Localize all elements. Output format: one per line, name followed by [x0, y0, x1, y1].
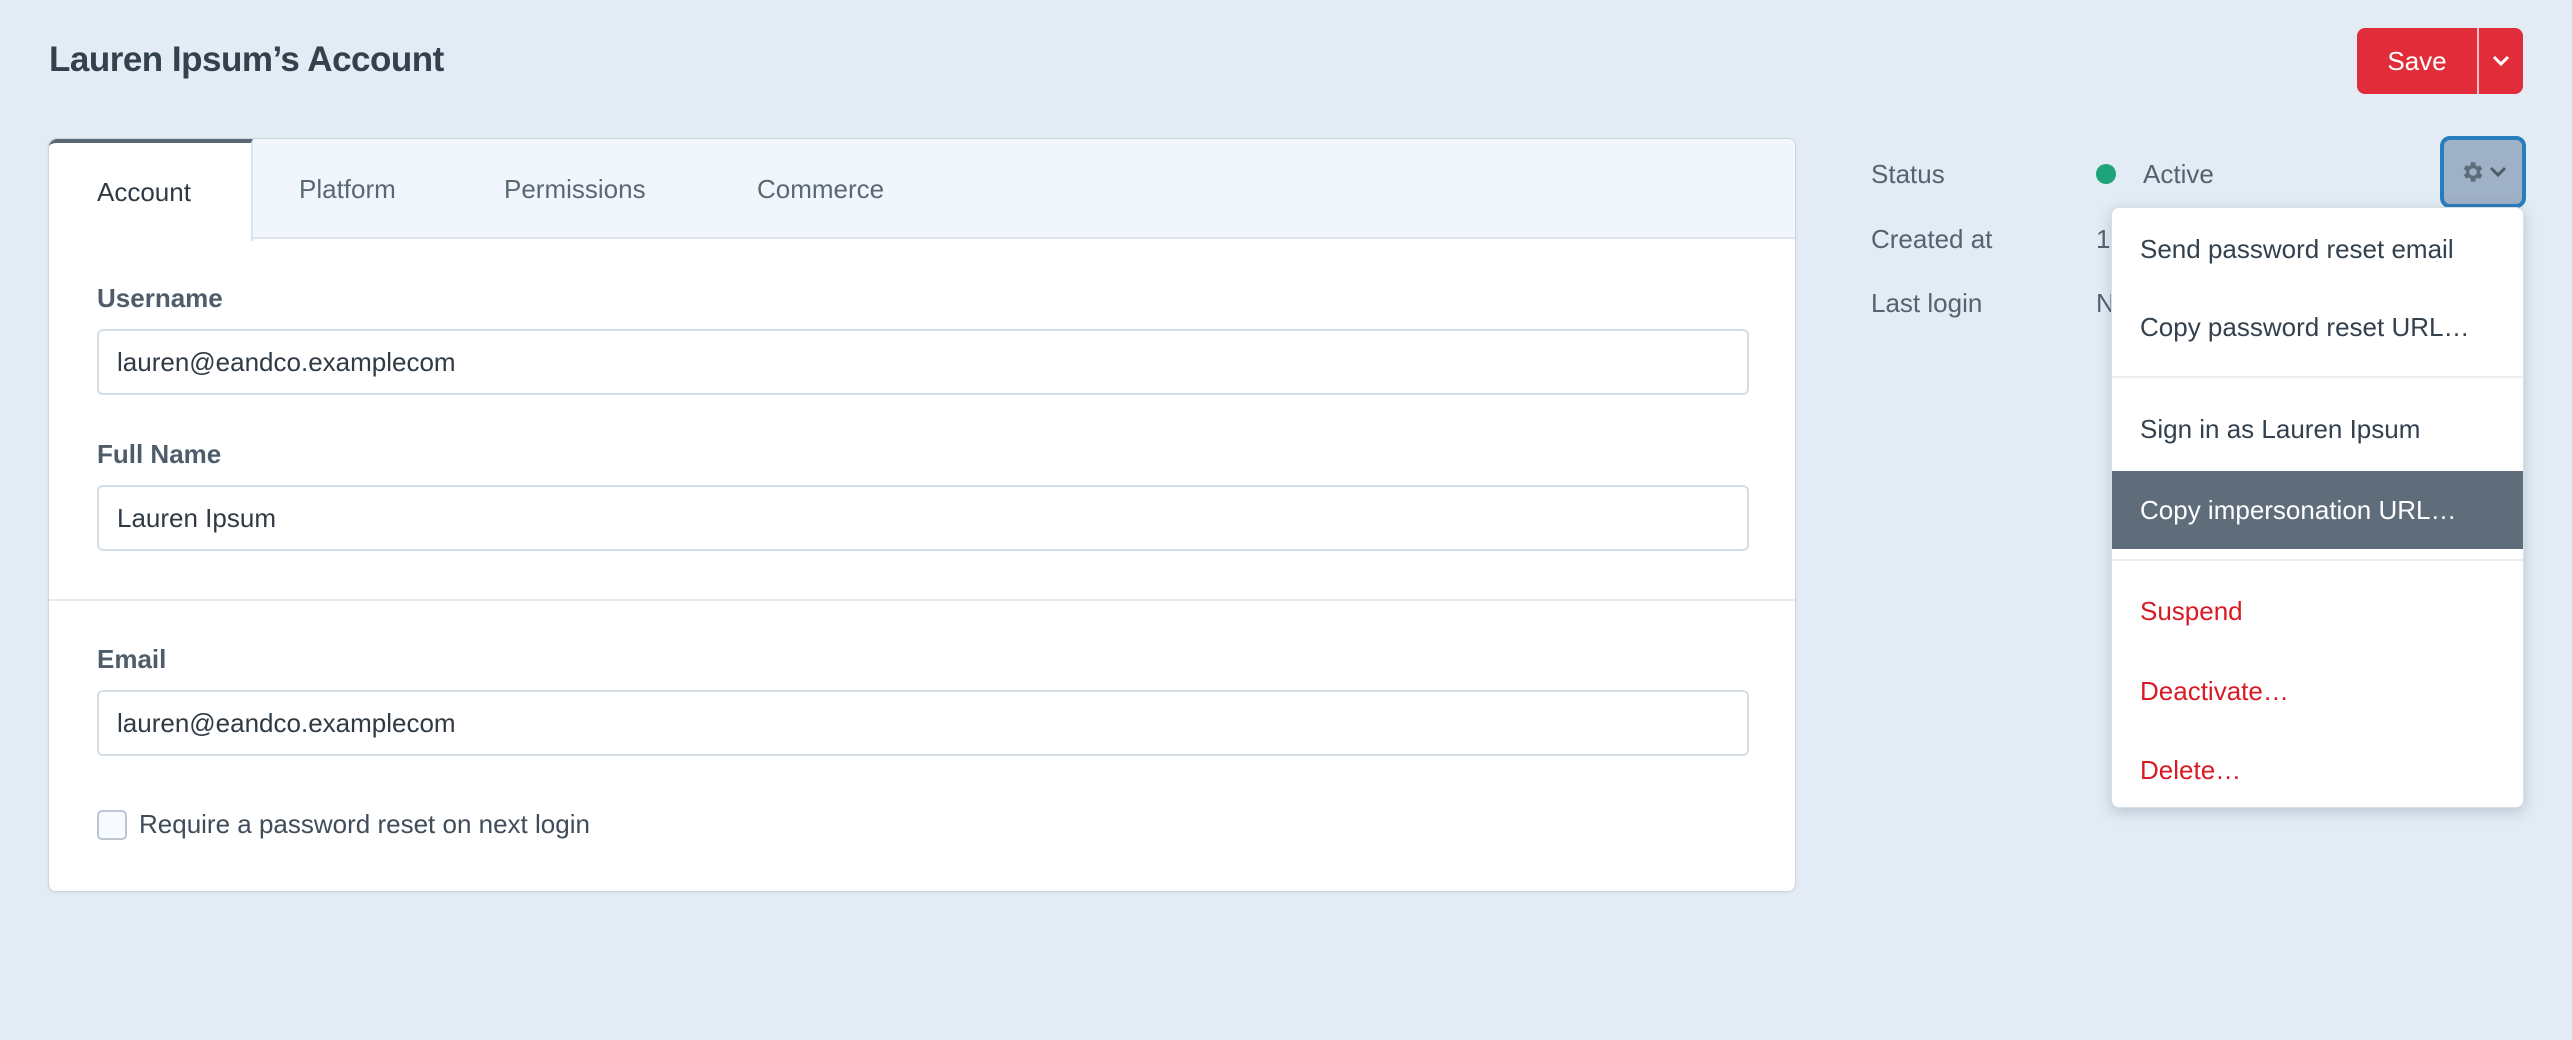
menu-separator [2112, 376, 2523, 378]
status-dot-icon [2096, 164, 2116, 184]
menu-item-copy-impersonation-url[interactable]: Copy impersonation URL… [2112, 471, 2523, 549]
full-name-input[interactable]: Lauren Ipsum [97, 485, 1749, 551]
page-title: Lauren Ipsum’s Account [49, 40, 444, 79]
require-reset-checkbox[interactable] [97, 809, 127, 840]
account-panel: Account Platform Permissions Commerce Us… [48, 138, 1796, 892]
menu-item-suspend[interactable]: Suspend [2112, 572, 2523, 650]
tab-permissions[interactable]: Permissions [504, 139, 646, 239]
actions-dropdown-menu: Send password reset email Copy password … [2111, 207, 2524, 808]
tab-platform[interactable]: Platform [299, 139, 396, 239]
full-name-label: Full Name [97, 439, 222, 469]
menu-item-sign-in-as[interactable]: Sign in as Lauren Ipsum [2112, 390, 2523, 468]
username-input[interactable]: lauren@eandco.examplecom [97, 329, 1749, 395]
created-at-label: Created at [1871, 224, 1993, 254]
save-button-group: Save [2357, 28, 2523, 94]
menu-separator [2112, 559, 2523, 561]
menu-item-deactivate[interactable]: Deactivate… [2112, 652, 2523, 730]
username-label: Username [97, 283, 223, 313]
menu-item-delete[interactable]: Delete… [2112, 731, 2523, 809]
require-reset-label: Require a password reset on next login [139, 809, 590, 839]
email-input[interactable]: lauren@eandco.examplecom [97, 690, 1749, 756]
gear-icon [2463, 162, 2483, 182]
chevron-down-icon [2492, 55, 2510, 67]
menu-item-copy-reset-url[interactable]: Copy password reset URL… [2112, 288, 2523, 366]
tab-bar: Account Platform Permissions Commerce [49, 139, 1795, 241]
last-login-label: Last login [1871, 288, 1983, 318]
menu-item-send-reset-email[interactable]: Send password reset email [2112, 210, 2523, 288]
actions-menu-button[interactable] [2440, 136, 2526, 208]
save-button[interactable]: Save [2357, 28, 2479, 94]
tab-account[interactable]: Account [49, 139, 253, 241]
tab-commerce[interactable]: Commerce [757, 139, 884, 239]
chevron-down-icon [2489, 166, 2507, 178]
status-value: Active [2143, 159, 2214, 189]
status-label: Status [1871, 159, 1945, 189]
require-reset-checkbox-row[interactable]: Require a password reset on next login [97, 809, 590, 840]
created-at-value: 1 [2096, 224, 2111, 254]
email-label: Email [97, 644, 167, 674]
section-divider [49, 599, 1795, 601]
save-options-button[interactable] [2479, 28, 2523, 94]
